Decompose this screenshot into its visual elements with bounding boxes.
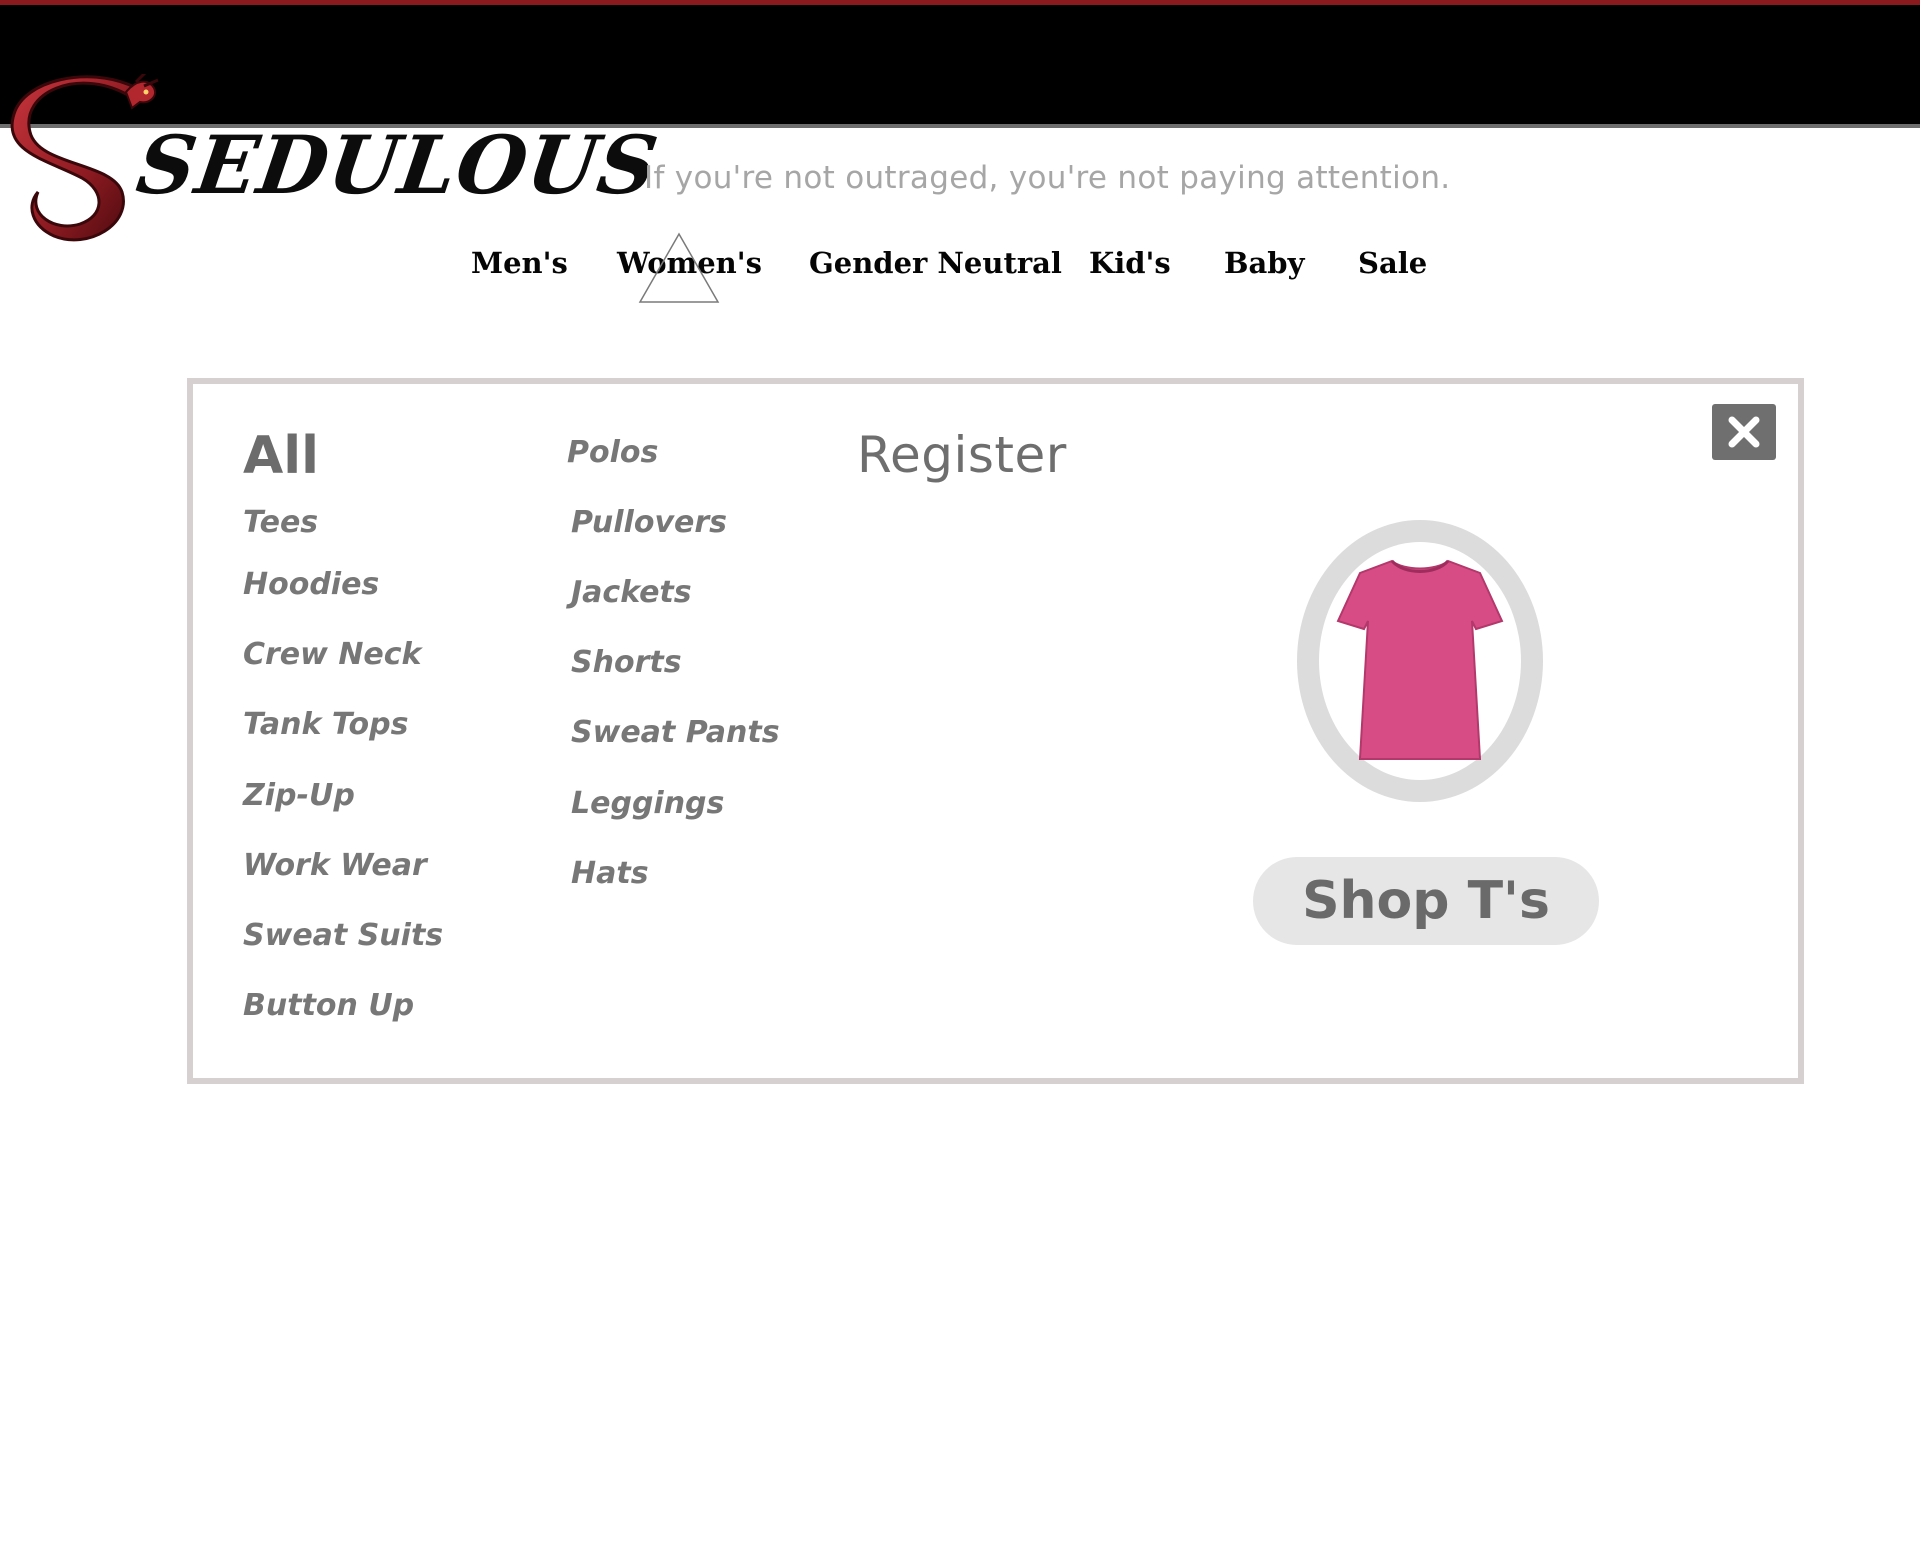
nav-sale[interactable]: Sale [1358,246,1427,280]
menu-link-tank-tops[interactable]: Tank Tops [243,707,408,742]
menu-link-sweat-suits[interactable]: Sweat Suits [243,918,443,953]
menu-all-link[interactable]: All [243,426,319,486]
main-nav: Men's Women's Gender Neutral Kid's Baby … [0,246,1920,296]
brand-name[interactable]: SEDULOUS [131,118,664,212]
menu-link-shorts[interactable]: Shorts [571,645,682,680]
nav-gender-neutral[interactable]: Gender Neutral [809,246,1062,280]
register-link[interactable]: Register [857,426,1067,484]
close-icon [1728,416,1760,448]
menu-link-button-up[interactable]: Button Up [243,988,414,1023]
menu-link-hats[interactable]: Hats [571,856,649,891]
nav-baby[interactable]: Baby [1224,246,1304,280]
tagline: If you're not outraged, you're not payin… [644,160,1451,196]
menu-link-pullovers[interactable]: Pullovers [571,505,727,540]
menu-link-sweat-pants[interactable]: Sweat Pants [571,715,780,750]
featured-product-image[interactable] [1297,520,1543,802]
menu-link-leggings[interactable]: Leggings [571,786,724,821]
shop-tees-button[interactable]: Shop T's [1253,857,1599,945]
menu-link-zip-up[interactable]: Zip-Up [243,778,355,813]
pink-tshirt-icon [1336,559,1504,760]
menu-link-polos[interactable]: Polos [567,435,658,470]
active-nav-caret-icon [638,232,720,303]
close-button[interactable] [1712,404,1776,460]
menu-link-jackets[interactable]: Jackets [571,575,692,610]
menu-link-work-wear[interactable]: Work Wear [243,848,427,883]
nav-kids[interactable]: Kid's [1089,246,1171,280]
menu-link-hoodies[interactable]: Hoodies [243,567,379,602]
menu-link-crew-neck[interactable]: Crew Neck [243,637,422,672]
mega-menu-panel: All Tees Hoodies Crew Neck Tank Tops Zip… [187,378,1804,1084]
menu-link-tees[interactable]: Tees [243,505,318,540]
nav-mens[interactable]: Men's [471,246,568,280]
